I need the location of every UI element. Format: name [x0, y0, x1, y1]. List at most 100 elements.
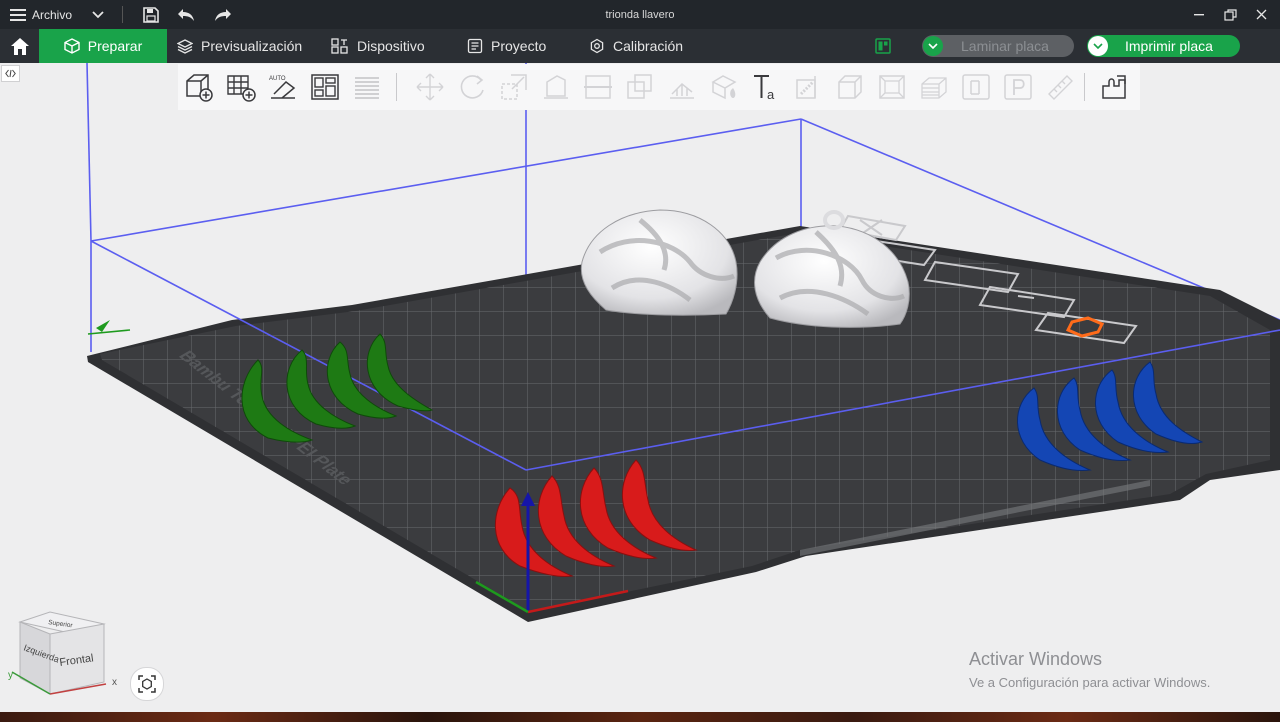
cube-icon — [64, 38, 80, 54]
split-icon — [1102, 75, 1126, 99]
assembly-button[interactable] — [833, 71, 867, 103]
multi-device-button[interactable] — [873, 29, 893, 63]
redo-button[interactable] — [212, 0, 234, 29]
assembly-icon — [838, 75, 862, 99]
scale-icon — [501, 74, 527, 100]
desktop-background-strip — [0, 712, 1280, 722]
print-plate-group: Imprimir placa — [1087, 35, 1240, 57]
seam-paint-icon — [711, 75, 737, 100]
brim-ears-button[interactable] — [959, 71, 993, 103]
file-menu-label: Archivo — [32, 7, 73, 22]
chevron-down-icon — [1093, 43, 1103, 49]
tab-previsualizacion-label: Previsualización — [201, 38, 303, 54]
restore-button[interactable] — [1219, 0, 1241, 29]
split-to-parts-button[interactable] — [1097, 71, 1131, 103]
toolbar-divider — [396, 73, 397, 101]
window-title: trionda llavero — [605, 8, 675, 21]
scene-canvas[interactable]: Bambu Textured PEI Plate — [0, 63, 1280, 722]
boolean-button[interactable] — [623, 71, 657, 103]
layers-icon — [177, 39, 193, 54]
white-dome-right[interactable] — [754, 210, 910, 328]
brim-ears-icon — [962, 74, 990, 100]
lay-on-face-icon — [544, 75, 568, 99]
title-divider — [122, 6, 123, 23]
height-range-icon — [1004, 74, 1032, 100]
title-bar: Archivo trionda llavero — [0, 0, 1280, 29]
view-cube-y-label: y — [8, 670, 13, 681]
minimize-button[interactable] — [1188, 0, 1210, 29]
tab-previsualizacion[interactable]: Previsualización — [177, 29, 302, 63]
svg-text:a: a — [767, 87, 775, 102]
tab-dispositivo-label: Dispositivo — [357, 38, 425, 54]
measure-button[interactable] — [791, 71, 825, 103]
save-icon — [143, 6, 159, 23]
tab-calibracion-label: Calibración — [613, 38, 684, 54]
split-layers-button[interactable] — [350, 71, 384, 103]
tab-calibracion[interactable]: Calibración — [589, 29, 683, 63]
move-icon — [416, 73, 444, 101]
3d-viewport[interactable]: Bambu Textured PEI Plate — [0, 63, 1280, 722]
cut-button[interactable] — [581, 71, 615, 103]
calibration-icon — [590, 38, 604, 54]
seam-paint-button[interactable] — [707, 71, 741, 103]
auto-arrange-icon: AUTO — [269, 76, 296, 99]
slice-plate-button[interactable]: Laminar placa — [961, 38, 1049, 54]
main-tab-bar: Preparar Previsualización Dispositivo Pr… — [0, 29, 1280, 63]
layers-stack-icon — [355, 77, 379, 99]
tab-preparar-label: Preparar — [87, 38, 143, 54]
redo-icon — [215, 8, 231, 21]
tab-preparar[interactable]: Preparar — [39, 29, 167, 63]
tab-dispositivo[interactable]: Dispositivo — [331, 29, 425, 63]
save-button[interactable] — [140, 0, 162, 29]
multi-device-icon — [875, 38, 891, 54]
emboss-button[interactable] — [875, 71, 909, 103]
text-icon: a — [754, 75, 775, 102]
lay-on-face-button[interactable] — [539, 71, 573, 103]
white-dome-left[interactable] — [580, 209, 738, 316]
arrange-button[interactable] — [308, 71, 342, 103]
arrange-plate-icon — [311, 74, 339, 100]
windows-activation-watermark: Activar Windows Ve a Configuración para … — [969, 649, 1210, 690]
boolean-icon — [627, 74, 652, 99]
slice-plate-group: Laminar placa — [922, 35, 1074, 57]
side-panel-toggle[interactable] — [1, 65, 20, 82]
device-icon — [331, 38, 348, 54]
home-button[interactable] — [0, 29, 39, 63]
text-button[interactable]: a — [749, 71, 783, 103]
support-paint-icon — [670, 82, 694, 99]
rotate-button[interactable] — [455, 71, 489, 103]
restore-icon — [1223, 8, 1237, 21]
hamburger-icon — [10, 8, 26, 21]
undo-button[interactable] — [175, 0, 197, 29]
file-menu-button[interactable]: Archivo — [10, 0, 105, 29]
support-paint-button[interactable] — [665, 71, 699, 103]
code-toggle-icon — [5, 69, 16, 78]
cut-icon — [584, 75, 612, 99]
rotate-icon — [460, 75, 484, 99]
emboss-icon — [879, 75, 905, 99]
add-plate-icon — [227, 75, 256, 102]
ruler-button[interactable] — [1043, 71, 1077, 103]
measure-icon — [796, 76, 816, 99]
auto-orient-button[interactable]: AUTO — [266, 71, 300, 103]
scale-button[interactable] — [497, 71, 531, 103]
toolbar-divider-2 — [1084, 73, 1085, 101]
slice-dropdown-button[interactable] — [923, 36, 943, 56]
watermark-title: Activar Windows — [969, 649, 1103, 669]
print-dropdown-button[interactable] — [1088, 36, 1108, 56]
watermark-subtitle: Ve a Configuración para activar Windows. — [969, 675, 1211, 690]
move-button[interactable] — [413, 71, 447, 103]
focus-icon — [138, 675, 156, 693]
close-button[interactable] — [1250, 0, 1272, 29]
tab-proyecto[interactable]: Proyecto — [467, 29, 546, 63]
ruler-icon — [1048, 75, 1073, 100]
variable-layer-button[interactable] — [917, 71, 951, 103]
height-range-button[interactable] — [1001, 71, 1035, 103]
svg-text:AUTO: AUTO — [269, 76, 286, 82]
print-plate-button[interactable]: Imprimir placa — [1125, 38, 1213, 54]
add-plate-button[interactable] — [224, 71, 258, 103]
view-cube[interactable]: Superior Izquierda Frontal x y — [8, 606, 123, 702]
add-object-button[interactable] — [182, 71, 216, 103]
zoom-to-fit-button[interactable] — [130, 667, 164, 701]
undo-icon — [178, 8, 194, 21]
